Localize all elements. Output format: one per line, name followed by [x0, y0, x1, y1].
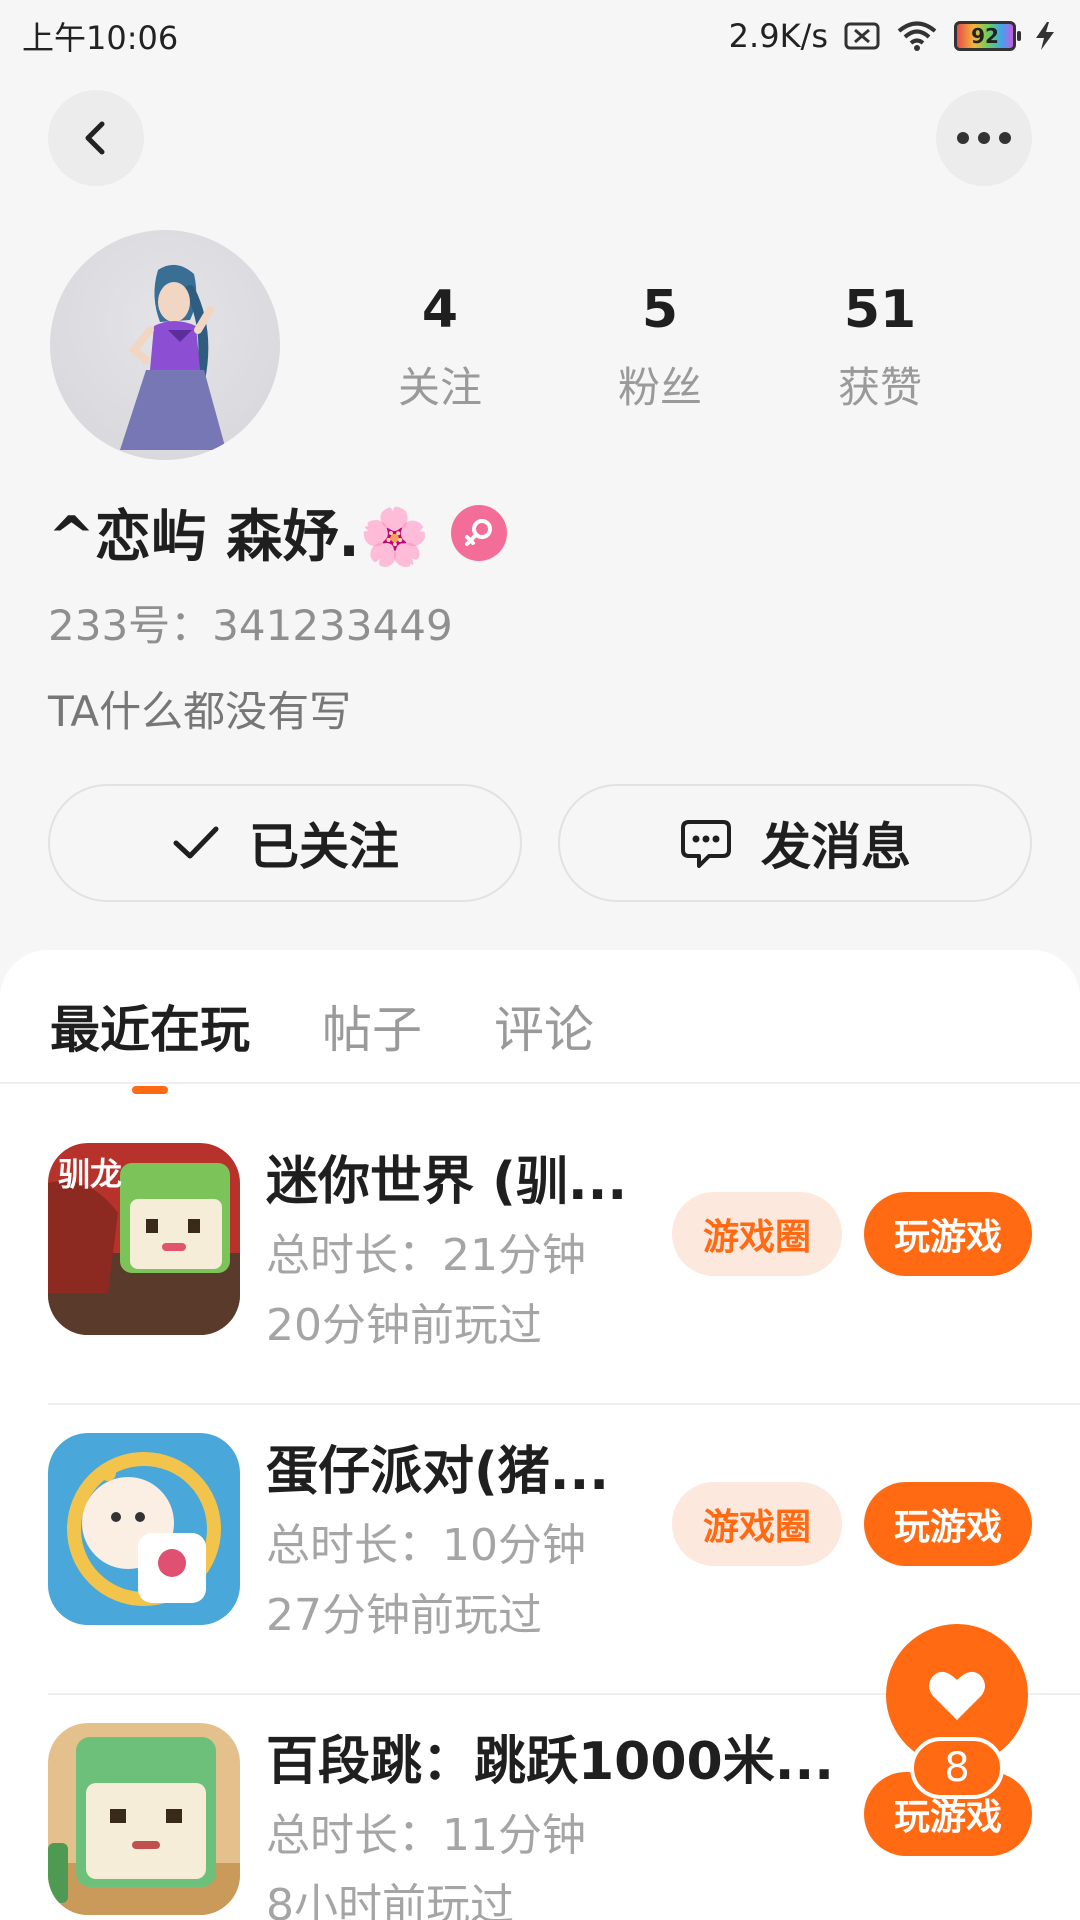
tab-posts[interactable]: 帖子 — [322, 990, 422, 1062]
game-title: 蛋仔派对(猪... — [266, 1442, 610, 1502]
game-duration: 总时长：11分钟 — [266, 1810, 586, 1861]
game-title: 迷你世界 (驯... — [266, 1152, 628, 1212]
chevron-left-icon — [85, 121, 105, 155]
stat-value: 5 — [641, 280, 679, 340]
row-divider — [48, 1403, 1080, 1405]
check-icon — [173, 826, 219, 859]
stat-value: 51 — [843, 280, 917, 340]
game-last-played: 27分钟前玩过 — [266, 1590, 542, 1641]
following-label: 已关注 — [249, 818, 399, 876]
status-bar: 上午10:06 2.9K/s 92 — [0, 0, 1080, 72]
avatar[interactable] — [50, 230, 280, 460]
play-game-button[interactable]: 玩游戏 — [864, 1192, 1032, 1276]
user-bio: TA什么都没有写 — [48, 687, 352, 736]
like-count-badge: 8 — [910, 1737, 1004, 1799]
sim-none-icon — [844, 21, 880, 51]
message-button[interactable]: 发消息 — [558, 784, 1032, 902]
message-label: 发消息 — [761, 818, 911, 876]
game-last-played: 8小时前玩过 — [266, 1880, 514, 1920]
game-icon — [48, 1723, 240, 1915]
wifi-icon — [896, 20, 938, 52]
stat-likes[interactable]: 51 获赞 — [770, 280, 990, 415]
status-time: 上午10:06 — [22, 19, 179, 57]
game-duration: 总时长：21分钟 — [266, 1230, 586, 1281]
tab-comments[interactable]: 评论 — [494, 990, 594, 1062]
stat-value: 4 — [421, 280, 459, 340]
tab-label: 帖子 — [322, 1001, 422, 1059]
tab-label: 最近在玩 — [50, 1001, 250, 1059]
game-title: 百段跳：跳跃1000米... — [266, 1732, 834, 1792]
game-last-played: 20分钟前玩过 — [266, 1300, 542, 1351]
stat-followers[interactable]: 5 粉丝 — [550, 280, 770, 415]
game-icon — [48, 1433, 240, 1625]
female-icon — [451, 504, 508, 561]
tab-active-indicator — [132, 1086, 168, 1094]
more-button[interactable] — [936, 90, 1032, 186]
tab-label: 评论 — [494, 1001, 594, 1059]
stat-following[interactable]: 4 关注 — [330, 280, 550, 415]
status-icons: 2.9K/s 92 — [729, 17, 1058, 55]
avatar-character-image — [120, 264, 226, 450]
more-horizontal-icon — [957, 132, 1011, 144]
net-speed: 2.9K/s — [728, 17, 828, 55]
user-id: 233号：341233449 — [48, 601, 453, 650]
tab-bar: 最近在玩 帖子 评论 — [50, 990, 594, 1094]
tab-recently-played[interactable]: 最近在玩 — [50, 990, 250, 1094]
profile-stats: 4 关注 5 粉丝 51 获赞 — [330, 280, 990, 415]
play-game-button[interactable]: 玩游戏 — [864, 1482, 1032, 1566]
game-circle-button[interactable]: 游戏圈 — [672, 1482, 842, 1566]
svg-text:驯龙: 驯龙 — [58, 1155, 122, 1193]
game-duration: 总时长：10分钟 — [266, 1520, 586, 1571]
game-icon: 驯龙 — [48, 1143, 240, 1335]
stat-label: 获赞 — [837, 363, 922, 412]
charging-icon — [1032, 20, 1058, 52]
tabs-divider — [0, 1082, 1080, 1084]
heart-icon — [929, 1671, 985, 1720]
username-row: ^恋屿 森妤.🌸 — [48, 492, 508, 573]
chat-bubble-icon — [681, 820, 731, 868]
back-button[interactable] — [48, 90, 144, 186]
stat-label: 粉丝 — [617, 363, 702, 412]
battery-indicator: 92 — [954, 21, 1021, 51]
game-circle-button[interactable]: 游戏圈 — [672, 1192, 842, 1276]
username: ^恋屿 森妤.🌸 — [48, 505, 430, 570]
following-button[interactable]: 已关注 — [48, 784, 522, 902]
stat-label: 关注 — [397, 363, 482, 412]
list-item[interactable]: 驯龙 迷你世界 (驯... 总时长：21分钟 20分钟前玩过 游戏圈 玩游戏 — [48, 1143, 1080, 1433]
